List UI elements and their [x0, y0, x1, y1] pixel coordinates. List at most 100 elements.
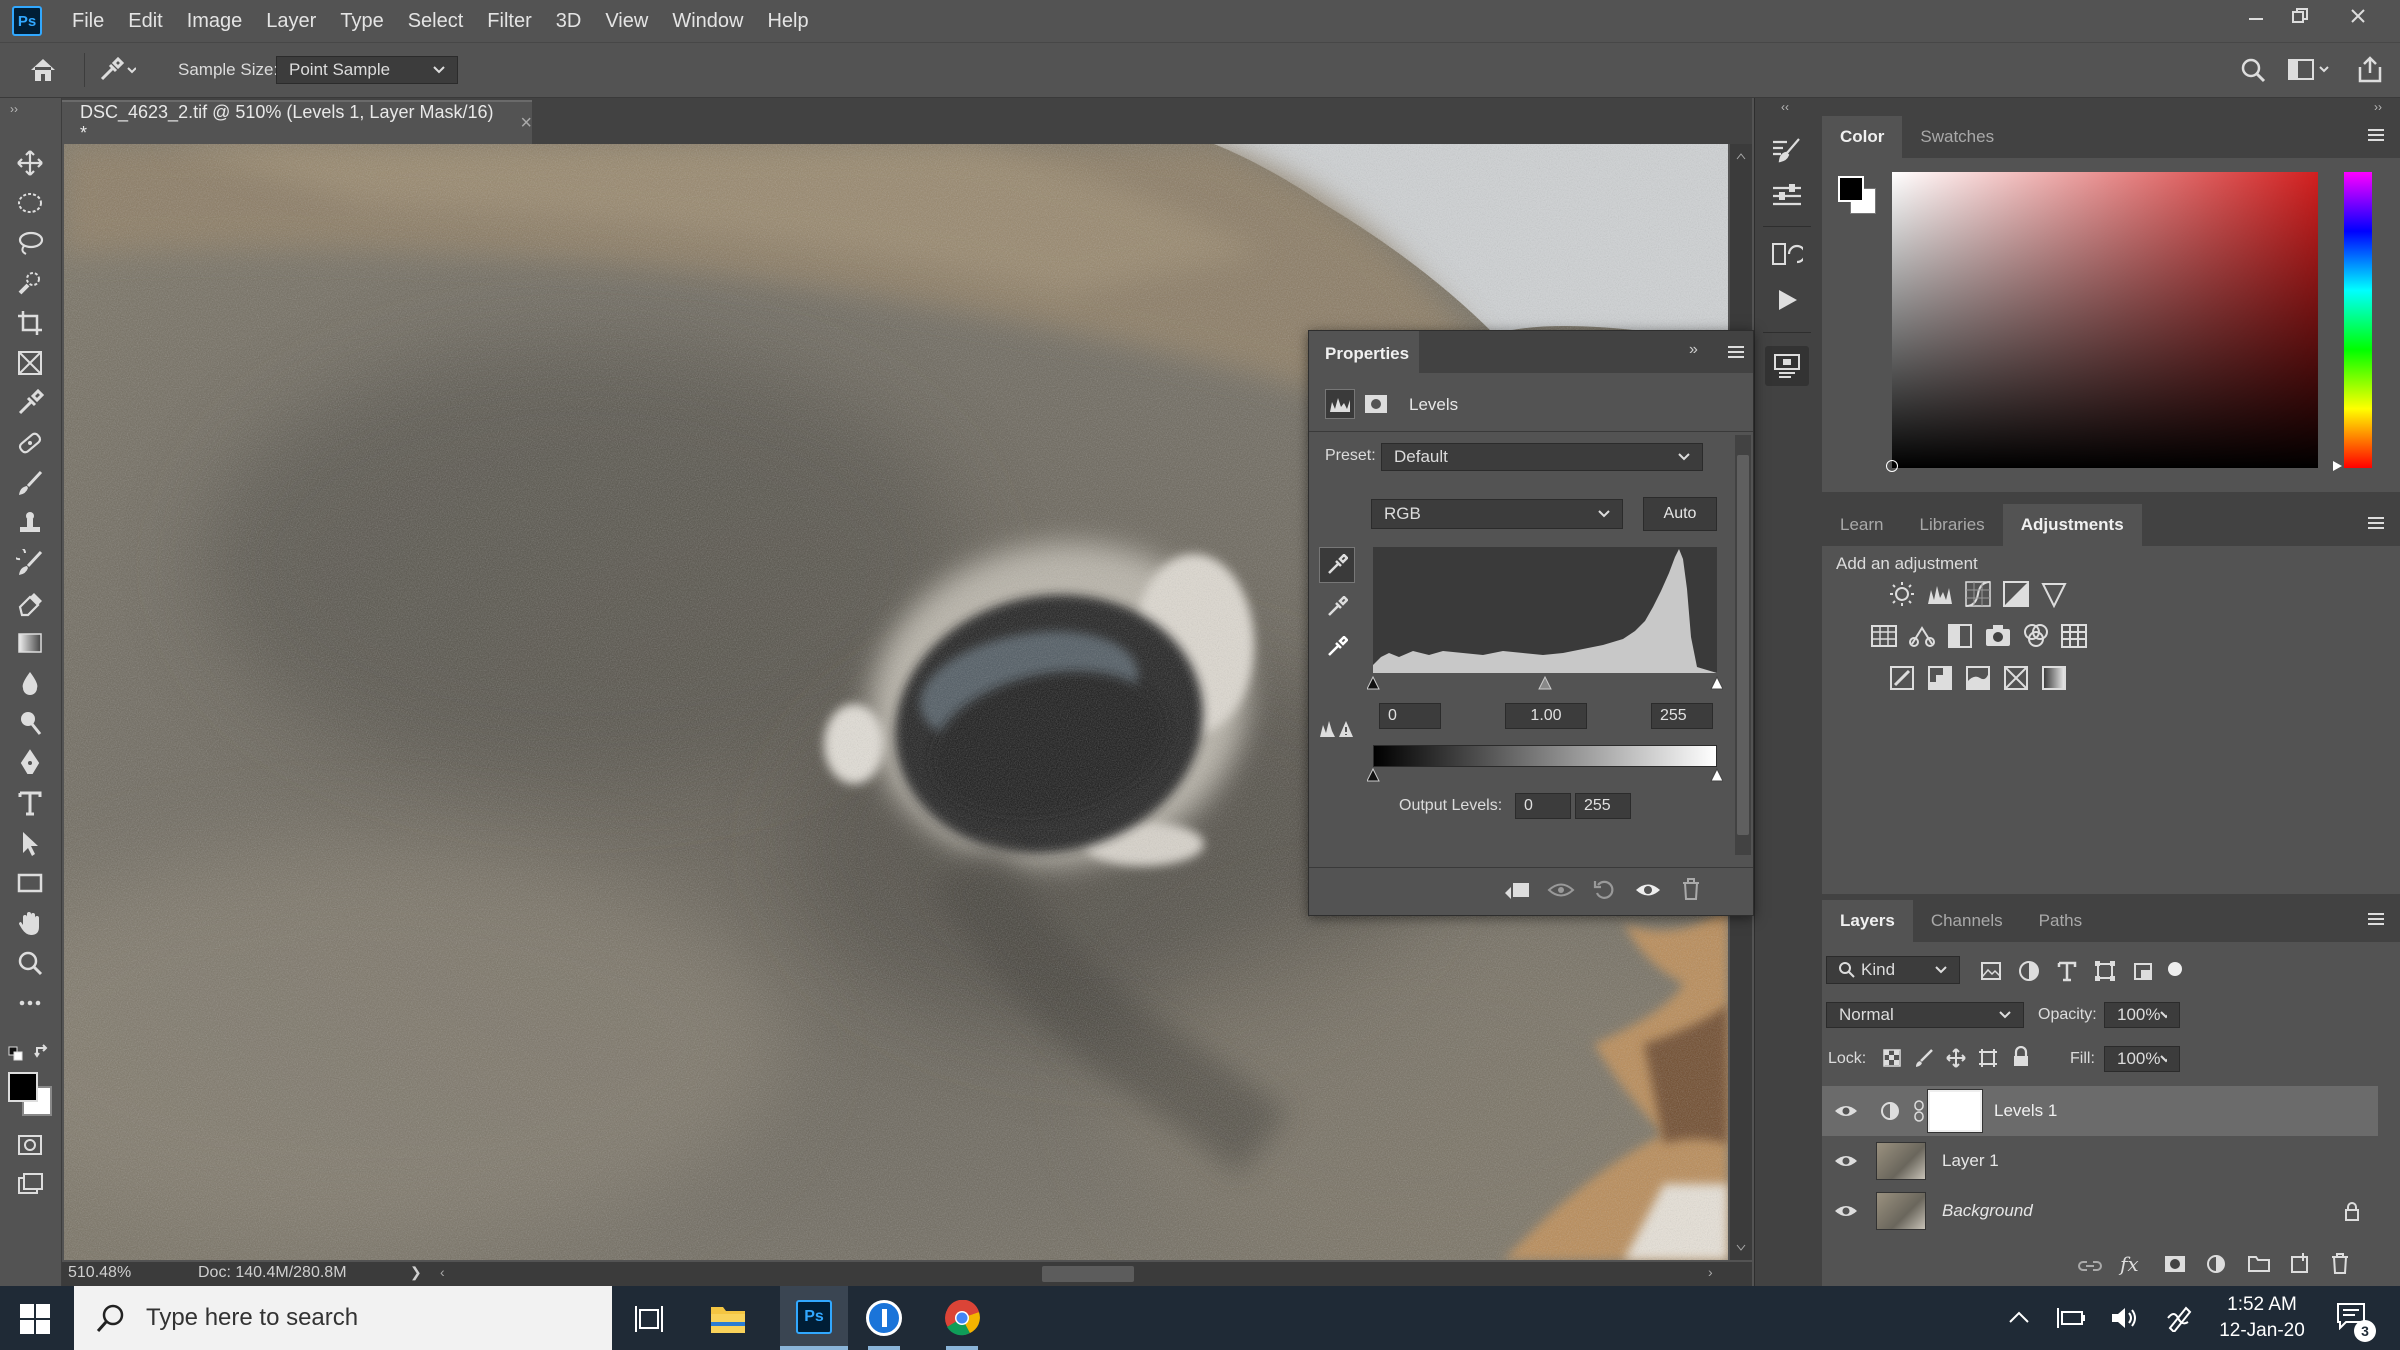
- lock-transparent-icon[interactable]: [1882, 1048, 1902, 1068]
- new-group-icon[interactable]: [2248, 1254, 2270, 1272]
- more-tools-icon[interactable]: [12, 986, 48, 1020]
- levels-adjustment-icon[interactable]: [1325, 389, 1355, 419]
- properties-header[interactable]: Properties »: [1309, 331, 1753, 373]
- output-black-field[interactable]: 0: [1515, 793, 1571, 819]
- input-level-sliders[interactable]: [1367, 675, 1723, 691]
- properties-strip-icon[interactable]: [1771, 182, 1803, 210]
- view-previous-state-icon[interactable]: [1547, 881, 1575, 899]
- scroll-right-icon[interactable]: ›: [1708, 1264, 1713, 1280]
- dodge-tool-icon[interactable]: [12, 706, 48, 740]
- output-white-slider[interactable]: [1710, 767, 1723, 782]
- volume-icon[interactable]: [2110, 1306, 2138, 1330]
- layer-name[interactable]: Levels 1: [1994, 1101, 2057, 1121]
- gray-point-eyedropper-icon[interactable]: [1319, 589, 1355, 625]
- input-white-field[interactable]: 255: [1651, 703, 1713, 729]
- input-gamma-field[interactable]: 1.00: [1505, 703, 1587, 729]
- sample-size-select[interactable]: Point Sample: [276, 56, 458, 84]
- panel-menu-icon[interactable]: [1727, 345, 1745, 359]
- lock-position-icon[interactable]: [1946, 1048, 1966, 1068]
- menu-edit[interactable]: Edit: [116, 0, 174, 42]
- tab-learn[interactable]: Learn: [1822, 504, 1901, 546]
- eyedropper-tool-icon[interactable]: [12, 386, 48, 420]
- status-menu-arrow[interactable]: ❯: [410, 1264, 422, 1281]
- input-black-slider[interactable]: [1367, 675, 1380, 690]
- filter-type-icon[interactable]: [2056, 960, 2078, 982]
- layer-row-background[interactable]: Background: [1822, 1186, 2378, 1236]
- frame-tool-icon[interactable]: [12, 346, 48, 380]
- close-document-icon[interactable]: ×: [520, 112, 532, 135]
- visibility-eye-icon[interactable]: [1834, 1203, 1858, 1219]
- search-icon[interactable]: [2240, 57, 2266, 83]
- delete-adjustment-icon[interactable]: [1681, 877, 1701, 901]
- menu-view[interactable]: View: [593, 0, 660, 42]
- share-icon[interactable]: [2356, 55, 2384, 83]
- filter-pixel-icon[interactable]: [1980, 960, 2002, 982]
- pen-workspace-icon[interactable]: [2166, 1304, 2194, 1332]
- color-picker-cursor[interactable]: [1886, 460, 1898, 472]
- brightness-contrast-icon[interactable]: [1888, 580, 1916, 608]
- lock-artboard-icon[interactable]: [1978, 1048, 1998, 1068]
- clip-to-layer-icon[interactable]: [1503, 879, 1531, 901]
- layer-styles-icon[interactable]: fx: [2120, 1252, 2139, 1276]
- channel-mixer-icon[interactable]: [2022, 622, 2050, 650]
- scroll-left-icon[interactable]: ‹: [440, 1264, 445, 1280]
- home-icon[interactable]: [28, 57, 58, 83]
- dock-collapse-icon[interactable]: ››: [2374, 100, 2382, 114]
- properties-panel-icon[interactable]: [1765, 346, 1809, 386]
- brush-tool-icon[interactable]: [12, 466, 48, 500]
- hue-slider-marker-icon[interactable]: [2332, 460, 2344, 472]
- close-window-button[interactable]: [2330, 0, 2386, 32]
- blend-mode-select[interactable]: Normal: [1826, 1002, 2024, 1028]
- panel-menu-icon[interactable]: [2366, 912, 2386, 926]
- color-spectrum-field[interactable]: [1886, 172, 2318, 472]
- opacity-field[interactable]: 100%: [2104, 1002, 2180, 1028]
- horizontal-scroll-thumb[interactable]: [1042, 1266, 1134, 1282]
- menu-type[interactable]: Type: [328, 0, 395, 42]
- levels-adjust-icon[interactable]: [1926, 580, 1954, 608]
- black-point-eyedropper-icon[interactable]: [1319, 547, 1355, 583]
- blur-tool-icon[interactable]: [12, 666, 48, 700]
- gradient-map-icon[interactable]: [2040, 664, 2068, 692]
- collapse-strip-icon[interactable]: ‹‹: [1781, 100, 1789, 114]
- show-hidden-icons-icon[interactable]: [2008, 1310, 2030, 1324]
- auto-button[interactable]: Auto: [1643, 497, 1717, 531]
- invert-icon[interactable]: [1888, 664, 1916, 692]
- battery-icon[interactable]: [2056, 1306, 2086, 1330]
- crop-tool-icon[interactable]: [12, 306, 48, 340]
- document-tab[interactable]: DSC_4623_2.tif @ 510% (Levels 1, Layer M…: [62, 100, 532, 144]
- swap-colors-icon[interactable]: [34, 1044, 52, 1062]
- visibility-eye-icon[interactable]: [1834, 1153, 1858, 1169]
- hue-saturation-icon[interactable]: [1870, 622, 1898, 650]
- reset-icon[interactable]: [1593, 879, 1615, 901]
- photoshop-taskbar-button[interactable]: Ps: [780, 1286, 848, 1350]
- tab-layers[interactable]: Layers: [1822, 900, 1913, 942]
- output-level-sliders[interactable]: [1367, 767, 1723, 783]
- menu-file[interactable]: File: [60, 0, 116, 42]
- new-adjustment-layer-icon[interactable]: [2206, 1254, 2226, 1274]
- lasso-tool-icon[interactable]: [12, 226, 48, 260]
- quick-mask-icon[interactable]: [12, 1128, 48, 1162]
- quick-selection-tool-icon[interactable]: [12, 266, 48, 300]
- posterize-icon[interactable]: [1926, 664, 1954, 692]
- properties-scrollbar[interactable]: [1735, 435, 1751, 855]
- tab-libraries[interactable]: Libraries: [1901, 504, 2002, 546]
- move-tool-icon[interactable]: [12, 146, 48, 180]
- exposure-icon[interactable]: [2002, 580, 2030, 608]
- rectangle-tool-icon[interactable]: [12, 866, 48, 900]
- collapse-toolbar-icon[interactable]: ››: [10, 102, 18, 116]
- layer-row-layer1[interactable]: Layer 1: [1822, 1136, 2378, 1186]
- output-white-field[interactable]: 255: [1575, 793, 1631, 819]
- layer-mask-thumbnail[interactable]: [1927, 1089, 1983, 1133]
- menu-image[interactable]: Image: [175, 0, 255, 42]
- history-brush-tool-icon[interactable]: [12, 546, 48, 580]
- curves-icon[interactable]: [1964, 580, 1992, 608]
- workspace-icon[interactable]: [2288, 59, 2332, 81]
- layer-name[interactable]: Background: [1942, 1201, 2033, 1221]
- taskbar-search-box[interactable]: Type here to search: [74, 1286, 612, 1350]
- white-point-eyedropper-icon[interactable]: [1319, 629, 1355, 665]
- link-layers-icon[interactable]: [2078, 1258, 2102, 1274]
- layer-filter-select[interactable]: Kind: [1826, 956, 1960, 984]
- filter-toggle-icon[interactable]: [2168, 962, 2182, 976]
- screen-mode-icon[interactable]: [12, 1168, 48, 1202]
- preset-select[interactable]: Default: [1381, 443, 1703, 471]
